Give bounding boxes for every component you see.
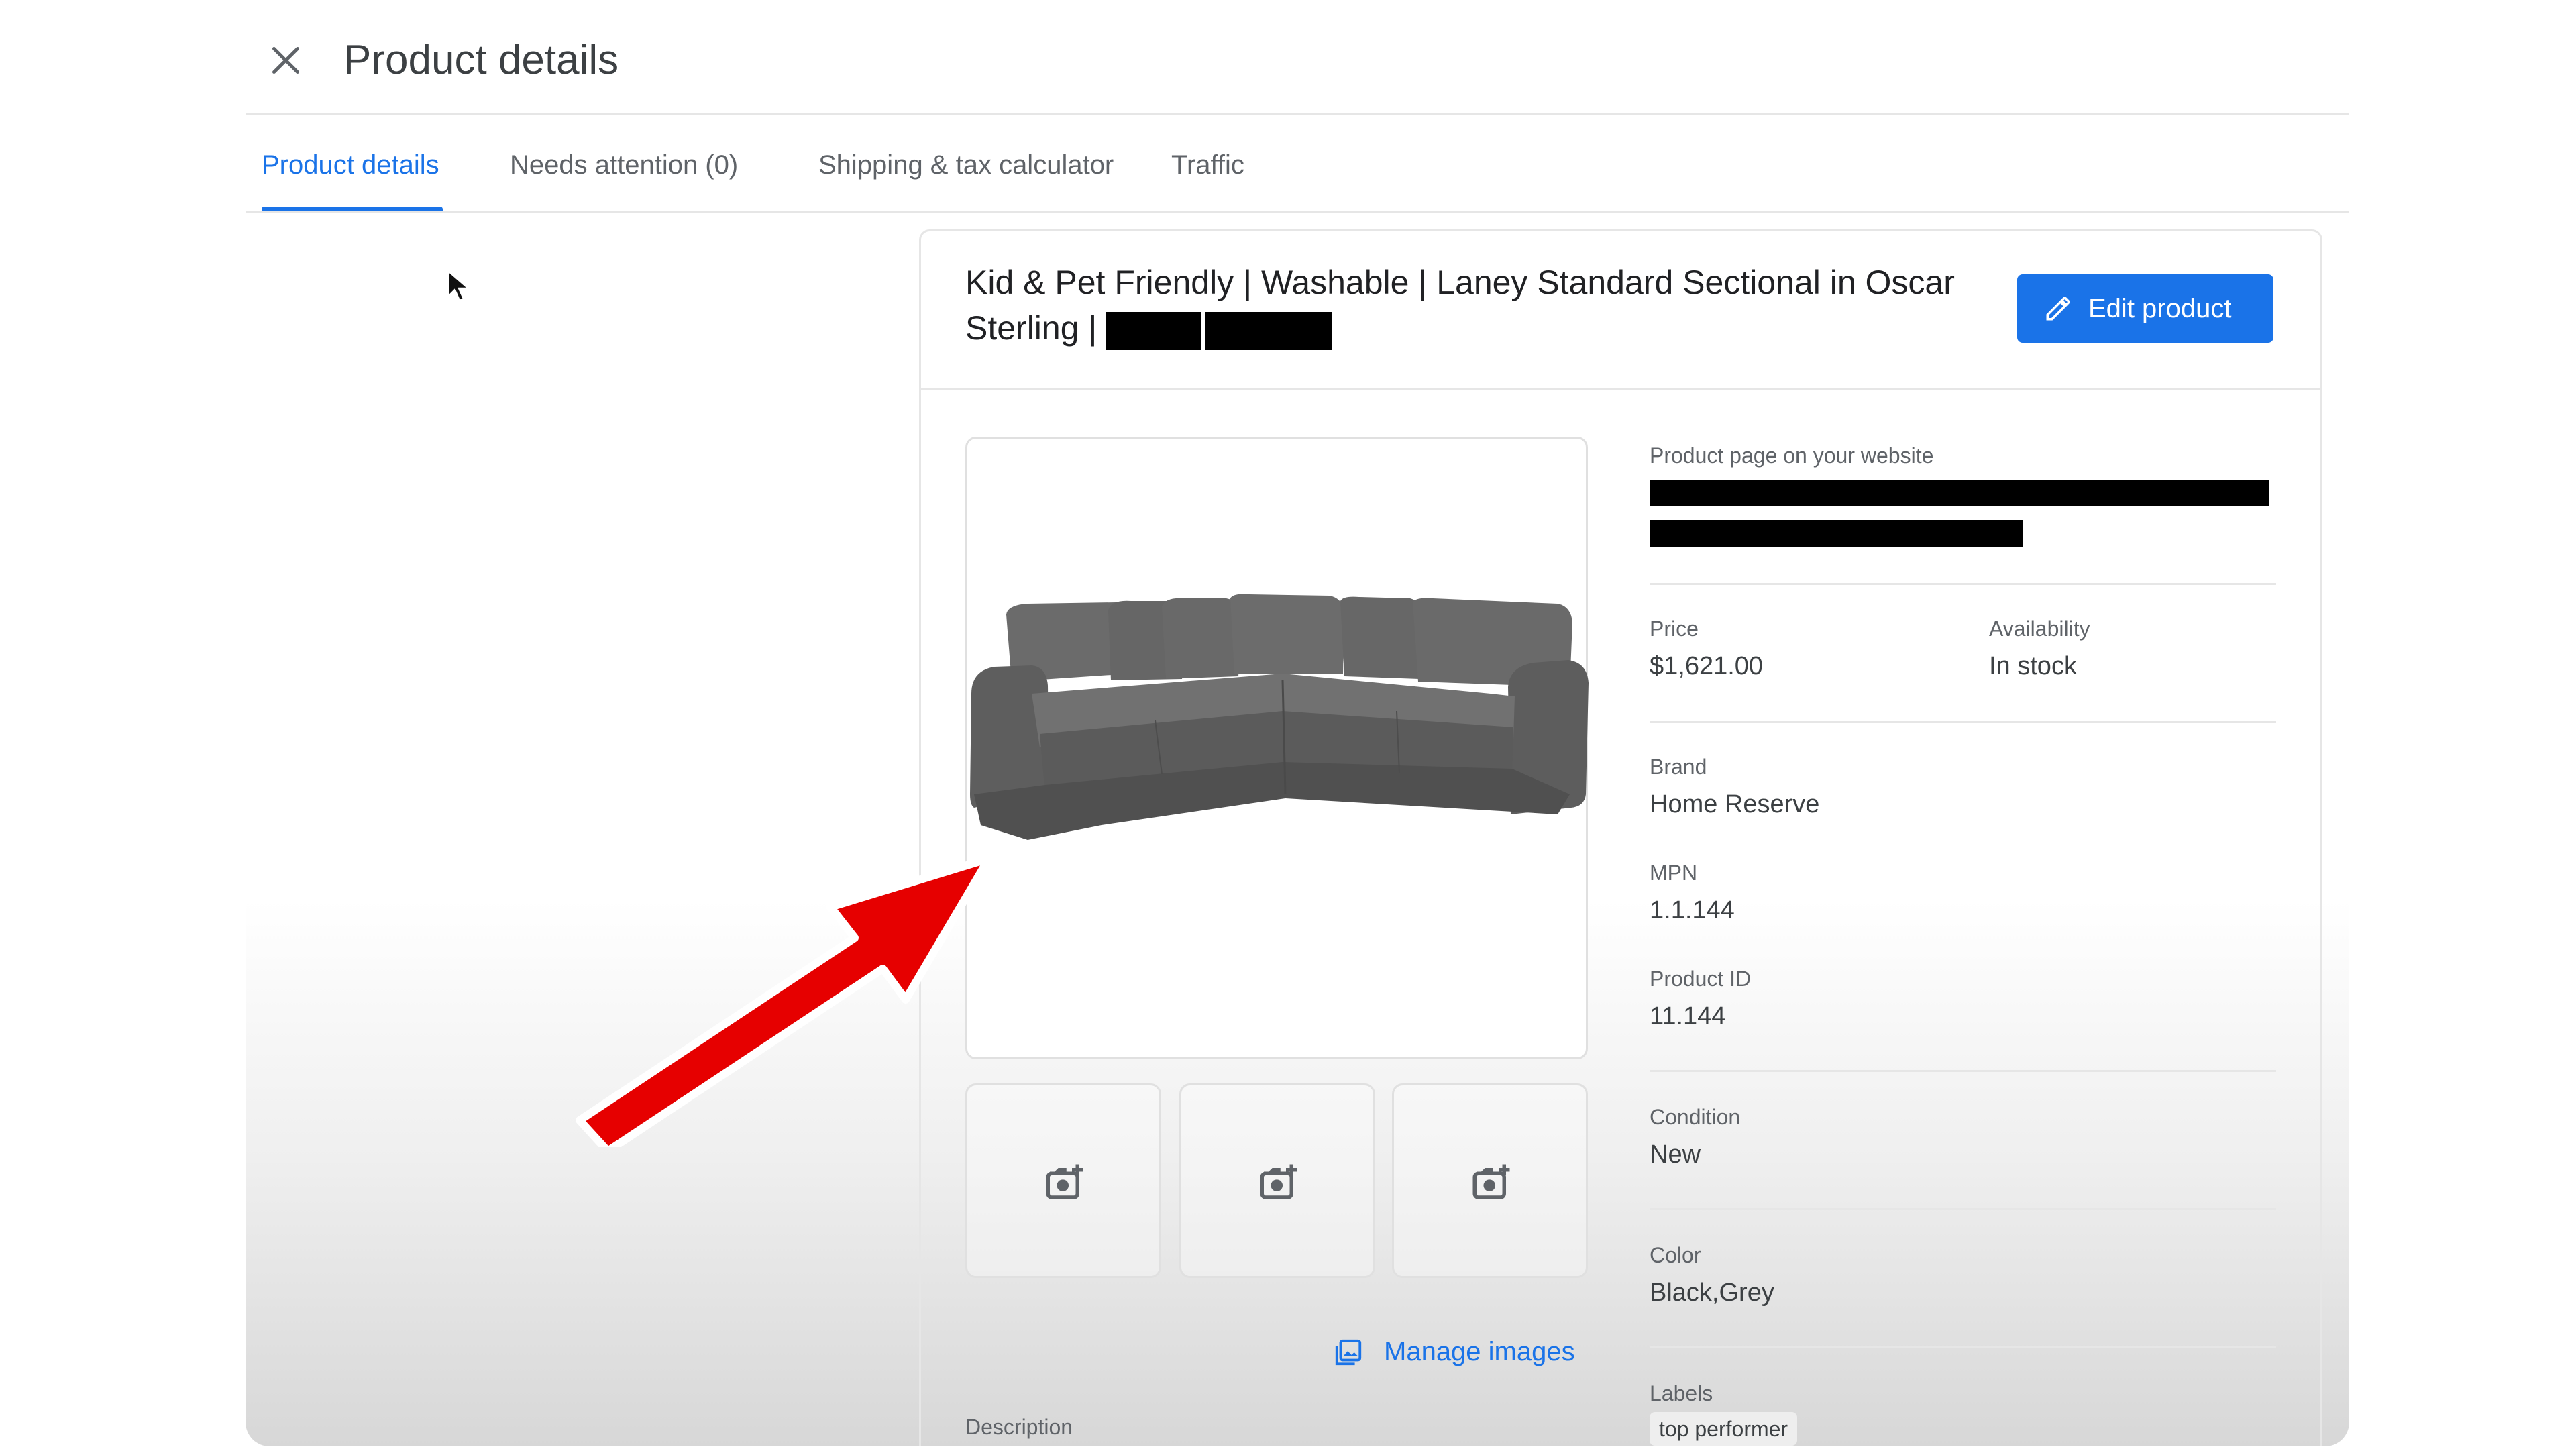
product-attributes-panel: Product page on your website Price $1,62… <box>1650 231 2276 1446</box>
website-label: Product page on your website <box>1650 443 1934 468</box>
tab-shipping-tax-calculator[interactable]: Shipping & tax calculator <box>818 148 1114 182</box>
redacted-block <box>1205 311 1332 350</box>
mouse-pointer-icon <box>447 270 471 302</box>
product-details-window: Product details Product details Needs at… <box>246 8 2349 1446</box>
availability-label: Availability <box>1989 616 2090 641</box>
page-title: Product details <box>343 37 619 83</box>
color-value: Black,Grey <box>1650 1279 1774 1307</box>
condition-value: New <box>1650 1140 1701 1169</box>
product-title-line-2-text: Sterling | <box>965 309 1097 347</box>
redacted-url-line-1 <box>1650 480 2269 506</box>
divider <box>1650 583 2276 585</box>
availability-value: In stock <box>1989 652 2077 680</box>
mpn-label: MPN <box>1650 861 1698 885</box>
brand-label: Brand <box>1650 755 1707 779</box>
divider <box>1650 1208 2276 1210</box>
gallery-icon <box>1335 1339 1362 1366</box>
tab-bar: Product details Needs attention (0) Ship… <box>246 115 2349 213</box>
screenshot-stage: Product details Product details Needs at… <box>0 0 2576 1449</box>
color-label: Color <box>1650 1243 1701 1267</box>
active-tab-indicator <box>262 207 443 211</box>
product-card: Kid & Pet Friendly | Washable | Laney St… <box>919 229 2322 1446</box>
add-image-slot-2[interactable] <box>1179 1083 1375 1278</box>
tab-traffic[interactable]: Traffic <box>1171 148 1244 182</box>
labels-label: Labels <box>1650 1381 1713 1405</box>
product-id-label: Product ID <box>1650 967 1752 991</box>
mpn-value: 1.1.144 <box>1650 896 1735 924</box>
divider <box>1650 1346 2276 1348</box>
tab-product-details[interactable]: Product details <box>262 148 439 182</box>
add-photo-icon <box>1472 1164 1510 1199</box>
manage-images-label: Manage images <box>1384 1337 1575 1366</box>
redacted-block <box>1106 311 1202 350</box>
divider <box>1650 721 2276 723</box>
annotation-arrow-icon <box>576 855 993 1147</box>
add-image-slot-3[interactable] <box>1392 1083 1588 1278</box>
add-photo-icon <box>1046 1164 1083 1199</box>
label-chip-top-performer: top performer <box>1650 1412 1798 1446</box>
redacted-url-line-2 <box>1650 520 2023 547</box>
condition-label: Condition <box>1650 1105 1741 1129</box>
price-value: $1,621.00 <box>1650 652 1764 680</box>
add-photo-icon <box>1260 1164 1297 1199</box>
tab-needs-attention[interactable]: Needs attention (0) <box>510 148 738 182</box>
divider <box>1650 1070 2276 1072</box>
top-app-bar: Product details <box>246 8 2349 115</box>
main-product-image[interactable] <box>965 437 1589 1059</box>
product-id-value: 11.144 <box>1650 1002 1726 1030</box>
description-label: Description <box>965 1415 1073 1439</box>
brand-value: Home Reserve <box>1650 790 1820 818</box>
close-icon[interactable] <box>266 40 306 80</box>
manage-images-link[interactable]: Manage images <box>1333 1332 1575 1372</box>
sectional-sofa-image <box>970 594 1589 840</box>
price-label: Price <box>1650 616 1699 641</box>
